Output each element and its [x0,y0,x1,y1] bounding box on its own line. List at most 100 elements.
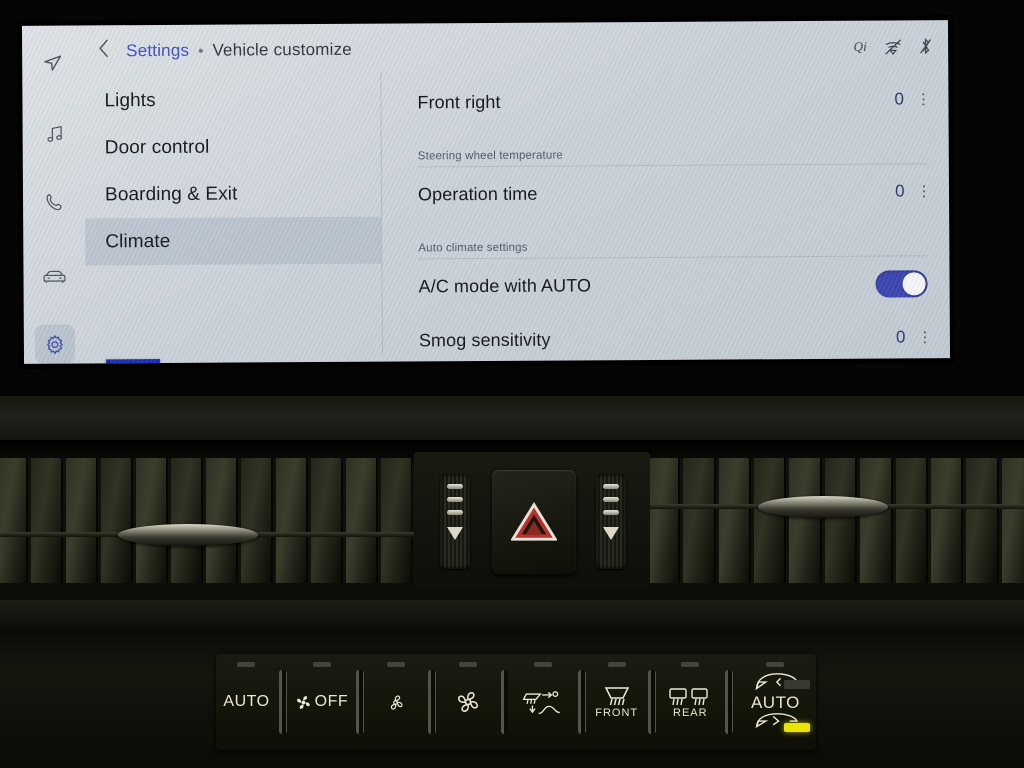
vent-louver [381,458,412,583]
button-tick [681,662,700,667]
sidebar-item-vehicle[interactable] [32,258,76,297]
button-tick [386,662,405,667]
panel-divider [647,670,656,734]
slider-notch [603,510,619,515]
air-vent-right[interactable] [648,458,1024,583]
setting-row-smog-sensitivity[interactable]: Smog sensitivity 0 [419,310,928,364]
setting-row-front-right[interactable]: Front right 0 [417,72,926,129]
setting-control [875,269,928,298]
slider-notch [603,497,619,502]
bluetooth-off-icon [920,38,932,55]
menu-item-label: Boarding & Exit [104,183,238,205]
setting-row-operation-time[interactable]: Operation time 0 [418,164,927,221]
slider-notch [447,510,463,515]
screen-header: Settings • Vehicle customize Qi [84,28,948,69]
sidebar-item-settings[interactable] [34,324,76,364]
setting-label: Operation time [417,183,538,204]
temperature-slider-left[interactable] [440,474,470,569]
recirculation-auto-label: AUTO [750,693,800,712]
fan-increase-button[interactable] [438,654,499,750]
hazard-triangle-icon [511,502,557,541]
vent-louver [789,458,822,583]
recirculation-button[interactable]: AUTO [735,654,816,750]
setting-label: A/C mode with AUTO [418,274,592,296]
vent-louver [171,458,203,583]
rear-defrost-button[interactable]: REAR [658,654,723,750]
infotainment-screen: Settings • Vehicle customize Qi Lights D… [21,20,951,364]
fan-large-icon [458,691,479,713]
fan-off-button[interactable]: OFF [289,654,354,750]
front-defrost-label: FRONT [595,707,639,719]
panel-divider [724,670,733,734]
button-tick [312,662,331,667]
vent-louver [101,458,133,583]
vent-louver [276,458,308,583]
fan-decrease-button[interactable] [366,654,426,750]
vent-louver [895,458,928,583]
menu-item-climate[interactable]: Climate [85,216,382,266]
menu-item-boarding-exit[interactable]: Boarding & Exit [85,170,381,219]
more-options-icon[interactable] [920,89,927,110]
navigation-icon [44,55,62,72]
button-tick [607,662,626,667]
vehicle-icon [43,270,66,283]
vent-louver [718,458,752,583]
temperature-slider-right[interactable] [596,474,626,569]
chevron-left-icon [99,39,108,58]
button-tick [534,662,553,667]
sidebar-item-navigation[interactable] [31,44,75,83]
search-button[interactable] [106,358,161,364]
button-tick [459,662,478,667]
defrost-rear-icon [669,687,708,705]
center-control-cluster [414,452,650,588]
slider-notch [447,497,463,502]
auto-button-label: AUTO [223,693,270,710]
button-tick [766,662,785,667]
setting-value: 0 [894,181,905,201]
climate-control-strip: AUTO OFF FRONT REAR AUTO [0,632,1024,768]
setting-control: 0 [894,89,926,110]
breadcrumb-root-link[interactable]: Settings [126,41,189,61]
panel-divider [278,670,287,734]
menu-item-label: Climate [105,230,171,252]
menu-item-label: Lights [104,89,156,111]
sidebar-item-media[interactable] [32,114,76,153]
menu-item-lights[interactable]: Lights [84,76,380,125]
vent-adjuster-knob-left[interactable] [118,524,258,546]
setting-row-ac-mode-auto[interactable]: A/C mode with AUTO [418,256,928,313]
vent-adjuster-knob-right[interactable] [758,496,888,518]
wifi-off-icon [885,38,902,55]
setting-value: 0 [895,327,906,347]
status-icons: Qi [853,37,932,55]
vent-louver [824,458,858,583]
panel-divider [500,670,509,734]
section-label: Auto climate settings [418,241,528,255]
breadcrumb: Settings • Vehicle customize [126,40,352,61]
panel-divider [427,670,436,734]
breadcrumb-separator: • [198,42,204,60]
phone-icon [45,194,62,211]
vent-louver [1001,458,1024,583]
slider-down-arrow-icon [603,527,619,540]
hazard-warning-button[interactable] [492,470,576,574]
sidebar-item-phone[interactable] [32,183,76,222]
auto-button[interactable]: AUTO [216,654,277,750]
more-options-icon[interactable] [920,181,927,202]
vent-louver [0,458,28,583]
airflow-mode-button[interactable] [510,654,575,750]
menu-item-door-control[interactable]: Door control [85,123,381,172]
ac-mode-toggle[interactable] [875,269,928,298]
settings-menu-list: Lights Door control Boarding & Exit Clim… [84,76,382,364]
vent-louver [66,458,98,583]
back-button[interactable] [98,39,116,61]
more-options-icon[interactable] [921,327,928,348]
front-defrost-button[interactable]: FRONT [588,654,646,750]
button-tick [237,662,256,667]
vent-louver [31,458,63,583]
vent-louver [966,458,999,583]
breadcrumb-current: Vehicle customize [212,39,352,60]
air-vent-left[interactable] [0,458,412,583]
defrost-front-icon [604,687,629,706]
setting-control: 0 [896,327,928,348]
fan-off-button-label: OFF [314,693,349,710]
